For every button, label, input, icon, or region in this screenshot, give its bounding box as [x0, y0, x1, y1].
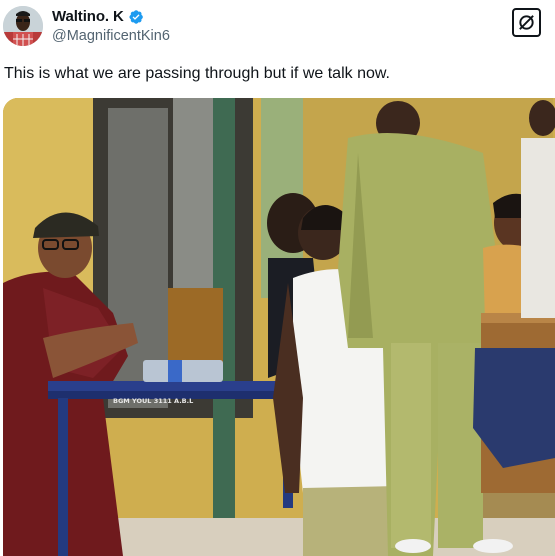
grok-button[interactable] [512, 8, 541, 37]
author-avatar[interactable] [3, 6, 43, 46]
table-label: BGM YOUL 3111 A.B.L [113, 397, 193, 405]
verified-badge-icon [128, 9, 144, 25]
tweet-text: This is what we are passing through but … [4, 65, 390, 82]
tweet: Waltino. K @MagnificentKin6 This is what… [0, 0, 555, 556]
author-handle[interactable]: @MagnificentKin6 [52, 28, 170, 44]
tweet-media-photo[interactable]: BGM YOUL 3111 A.B.L [3, 98, 555, 556]
grok-icon [519, 15, 534, 30]
avatar-photo-icon [3, 6, 43, 46]
author-display-name[interactable]: Waltino. K [52, 8, 124, 25]
photo-icon: BGM YOUL 3111 A.B.L [3, 98, 555, 556]
author-name-row[interactable]: Waltino. K [52, 8, 144, 25]
